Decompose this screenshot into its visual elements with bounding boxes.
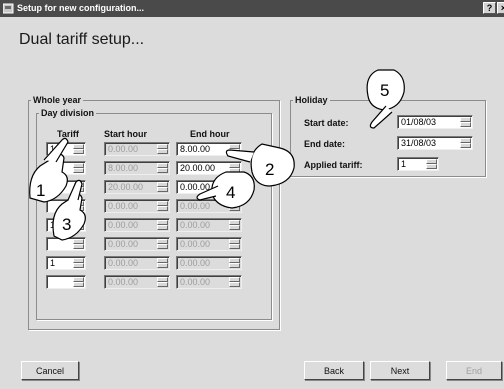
callout-5: 5 — [366, 69, 405, 129]
callout-number: 2 — [265, 160, 274, 179]
callout-4: 4 — [196, 171, 255, 209]
callout-overlay: 1 3 2 4 5 — [29, 69, 405, 241]
callout-1: 1 — [29, 137, 69, 203]
callout-number: 3 — [62, 215, 71, 234]
callout-number: 1 — [36, 181, 45, 200]
callout-number: 4 — [226, 183, 235, 202]
callout-number: 5 — [380, 81, 389, 100]
